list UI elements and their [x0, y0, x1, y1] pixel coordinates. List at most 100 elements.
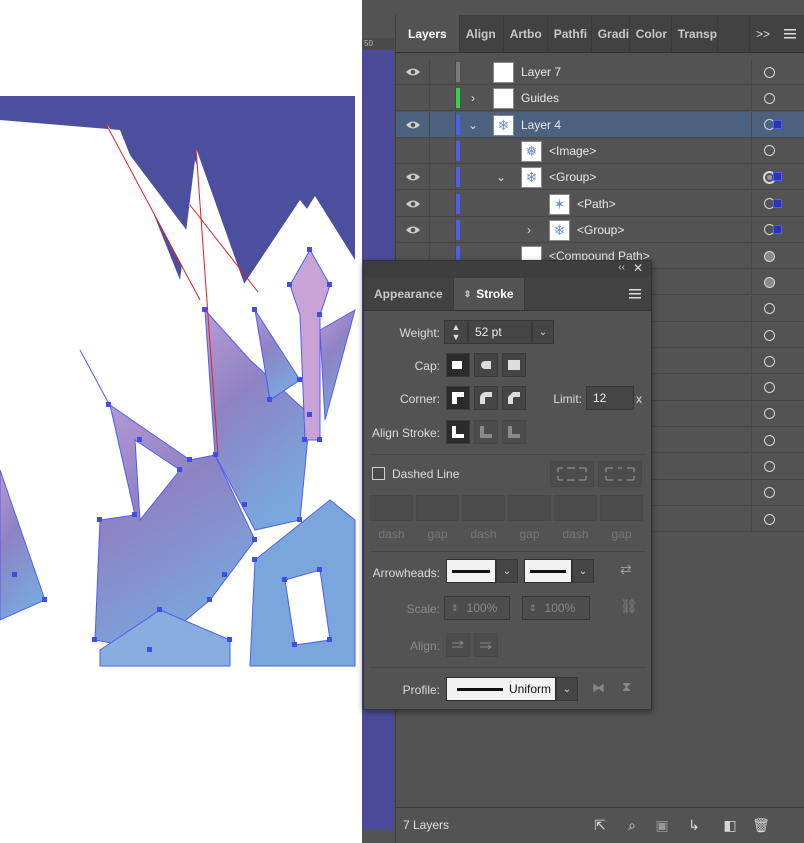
- layer-color-bar: [456, 114, 460, 135]
- layer-row[interactable]: Layer 7: [396, 59, 804, 85]
- target-icon[interactable]: [751, 374, 787, 401]
- end-arrowhead-dropdown[interactable]: ⌄: [572, 559, 594, 583]
- tab-align[interactable]: Align: [460, 15, 504, 52]
- tab-layers[interactable]: Layers: [396, 15, 460, 52]
- export-icon[interactable]: ⇱: [591, 816, 609, 834]
- weight-dropdown[interactable]: ⌄: [532, 320, 554, 344]
- target-icon[interactable]: [751, 453, 787, 480]
- visibility-toggle[interactable]: [396, 137, 430, 164]
- lock-toggle[interactable]: [430, 190, 456, 217]
- expand-chevron-icon[interactable]: ⌄: [494, 164, 508, 190]
- place-arrow-tip-button[interactable]: [474, 633, 498, 657]
- layer-row[interactable]: › ❄ <Group>: [396, 216, 804, 243]
- start-arrowhead-dropdown[interactable]: ⌄: [496, 559, 518, 583]
- more-tabs-button[interactable]: >>: [748, 15, 776, 52]
- dash-2-input[interactable]: [462, 495, 505, 521]
- weight-input[interactable]: 52 pt: [468, 320, 532, 344]
- lock-toggle[interactable]: [430, 59, 456, 85]
- expand-chevron-icon[interactable]: ›: [466, 85, 480, 111]
- target-icon[interactable]: [751, 59, 787, 85]
- lock-toggle[interactable]: [430, 164, 456, 191]
- visibility-toggle[interactable]: [396, 164, 430, 191]
- lock-toggle[interactable]: [430, 216, 456, 243]
- layer-name: <Group>: [549, 170, 597, 185]
- layer-row[interactable]: › Guides: [396, 85, 804, 112]
- panel-menu-icon[interactable]: [776, 15, 804, 52]
- delete-icon[interactable]: 🗑: [752, 816, 770, 834]
- lock-toggle[interactable]: [430, 137, 456, 164]
- collapse-icon[interactable]: ‹‹: [618, 262, 625, 273]
- butt-cap-button[interactable]: [446, 353, 470, 377]
- target-icon[interactable]: [751, 243, 787, 270]
- target-icon[interactable]: [751, 479, 787, 506]
- panel-menu-icon[interactable]: [619, 278, 651, 310]
- layer-row[interactable]: ⌄ ❄ Layer 4: [396, 111, 804, 138]
- visibility-toggle[interactable]: [396, 59, 430, 85]
- gap-3-input[interactable]: [600, 495, 643, 521]
- weight-stepper[interactable]: ▲ ▼: [444, 320, 468, 344]
- layer-row[interactable]: ⌄ ❄ <Group>: [396, 164, 804, 191]
- round-join-button[interactable]: [474, 386, 498, 410]
- align-inside-button[interactable]: [474, 420, 498, 444]
- gap-1-input[interactable]: [416, 495, 459, 521]
- end-scale-input[interactable]: ⇕ 100%: [522, 596, 590, 620]
- profile-dropdown[interactable]: ⌄: [556, 677, 578, 701]
- end-arrowhead-select[interactable]: [524, 559, 572, 583]
- dash-3-input[interactable]: [554, 495, 597, 521]
- target-icon[interactable]: [751, 295, 787, 322]
- visibility-toggle[interactable]: [396, 190, 430, 217]
- visibility-toggle[interactable]: [396, 216, 430, 243]
- target-icon[interactable]: [751, 85, 787, 112]
- layer-row[interactable]: ✶ <Path>: [396, 190, 804, 217]
- target-icon[interactable]: [751, 269, 787, 296]
- miter-join-button[interactable]: [446, 386, 470, 410]
- tab-appearance[interactable]: Appearance: [364, 278, 454, 310]
- dashed-line-checkbox[interactable]: [372, 467, 385, 480]
- profile-select[interactable]: Uniform: [446, 677, 556, 701]
- tab-artboards[interactable]: Artbo: [504, 15, 548, 52]
- lock-toggle[interactable]: [430, 111, 456, 138]
- visibility-toggle[interactable]: [396, 85, 430, 112]
- target-icon[interactable]: [751, 322, 787, 348]
- round-cap-button[interactable]: [474, 353, 498, 377]
- flip-along-icon[interactable]: ⧓: [592, 680, 605, 696]
- projecting-cap-button[interactable]: [502, 353, 526, 377]
- expand-chevron-icon[interactable]: ›: [522, 217, 536, 243]
- miter-limit-input[interactable]: 12: [586, 386, 634, 410]
- dash-align-button[interactable]: [598, 461, 642, 487]
- dash-1-input[interactable]: [370, 495, 413, 521]
- dash-preserve-button[interactable]: [550, 461, 594, 487]
- new-layer-icon[interactable]: ◧: [721, 816, 739, 834]
- target-icon[interactable]: [751, 348, 787, 375]
- tab-stroke[interactable]: ⇕ Stroke: [453, 278, 525, 310]
- bevel-join-button[interactable]: [502, 386, 526, 410]
- lock-toggle[interactable]: [430, 85, 456, 112]
- close-icon[interactable]: ✕: [633, 261, 643, 275]
- align-outside-button[interactable]: [502, 420, 526, 444]
- new-sublayer-icon[interactable]: ↳: [685, 816, 703, 834]
- clipping-mask-icon[interactable]: ▣: [653, 816, 671, 834]
- tab-color[interactable]: Color: [630, 15, 672, 52]
- locate-object-icon[interactable]: ⌕: [623, 816, 641, 834]
- link-scale-icon[interactable]: ⛓: [620, 598, 638, 615]
- artboard-canvas[interactable]: [0, 0, 362, 843]
- tab-pathfinder[interactable]: Pathfi: [548, 15, 592, 52]
- tab-transparency[interactable]: Transp: [672, 15, 718, 52]
- layer-thumbnail: ✶: [549, 193, 570, 215]
- layer-row[interactable]: ❅ <Image>: [396, 137, 804, 164]
- gap-2-input[interactable]: [508, 495, 551, 521]
- expand-chevron-icon[interactable]: ⌄: [466, 112, 480, 138]
- align-center-button[interactable]: [446, 420, 470, 444]
- start-scale-input[interactable]: ⇕ 100%: [444, 596, 510, 620]
- extend-arrow-tip-button[interactable]: [446, 633, 470, 657]
- target-icon[interactable]: [751, 506, 787, 533]
- target-icon[interactable]: [751, 427, 787, 454]
- flip-across-icon[interactable]: ⧗: [622, 679, 631, 695]
- stroke-panel-titlebar[interactable]: ‹‹ ✕: [364, 261, 651, 278]
- start-arrowhead-select[interactable]: [446, 559, 496, 583]
- target-icon[interactable]: [751, 400, 787, 427]
- visibility-toggle[interactable]: [396, 111, 430, 138]
- target-icon[interactable]: [751, 137, 787, 164]
- tab-gradient[interactable]: Gradi: [592, 15, 630, 52]
- swap-arrowheads-icon[interactable]: ⇄: [620, 561, 632, 578]
